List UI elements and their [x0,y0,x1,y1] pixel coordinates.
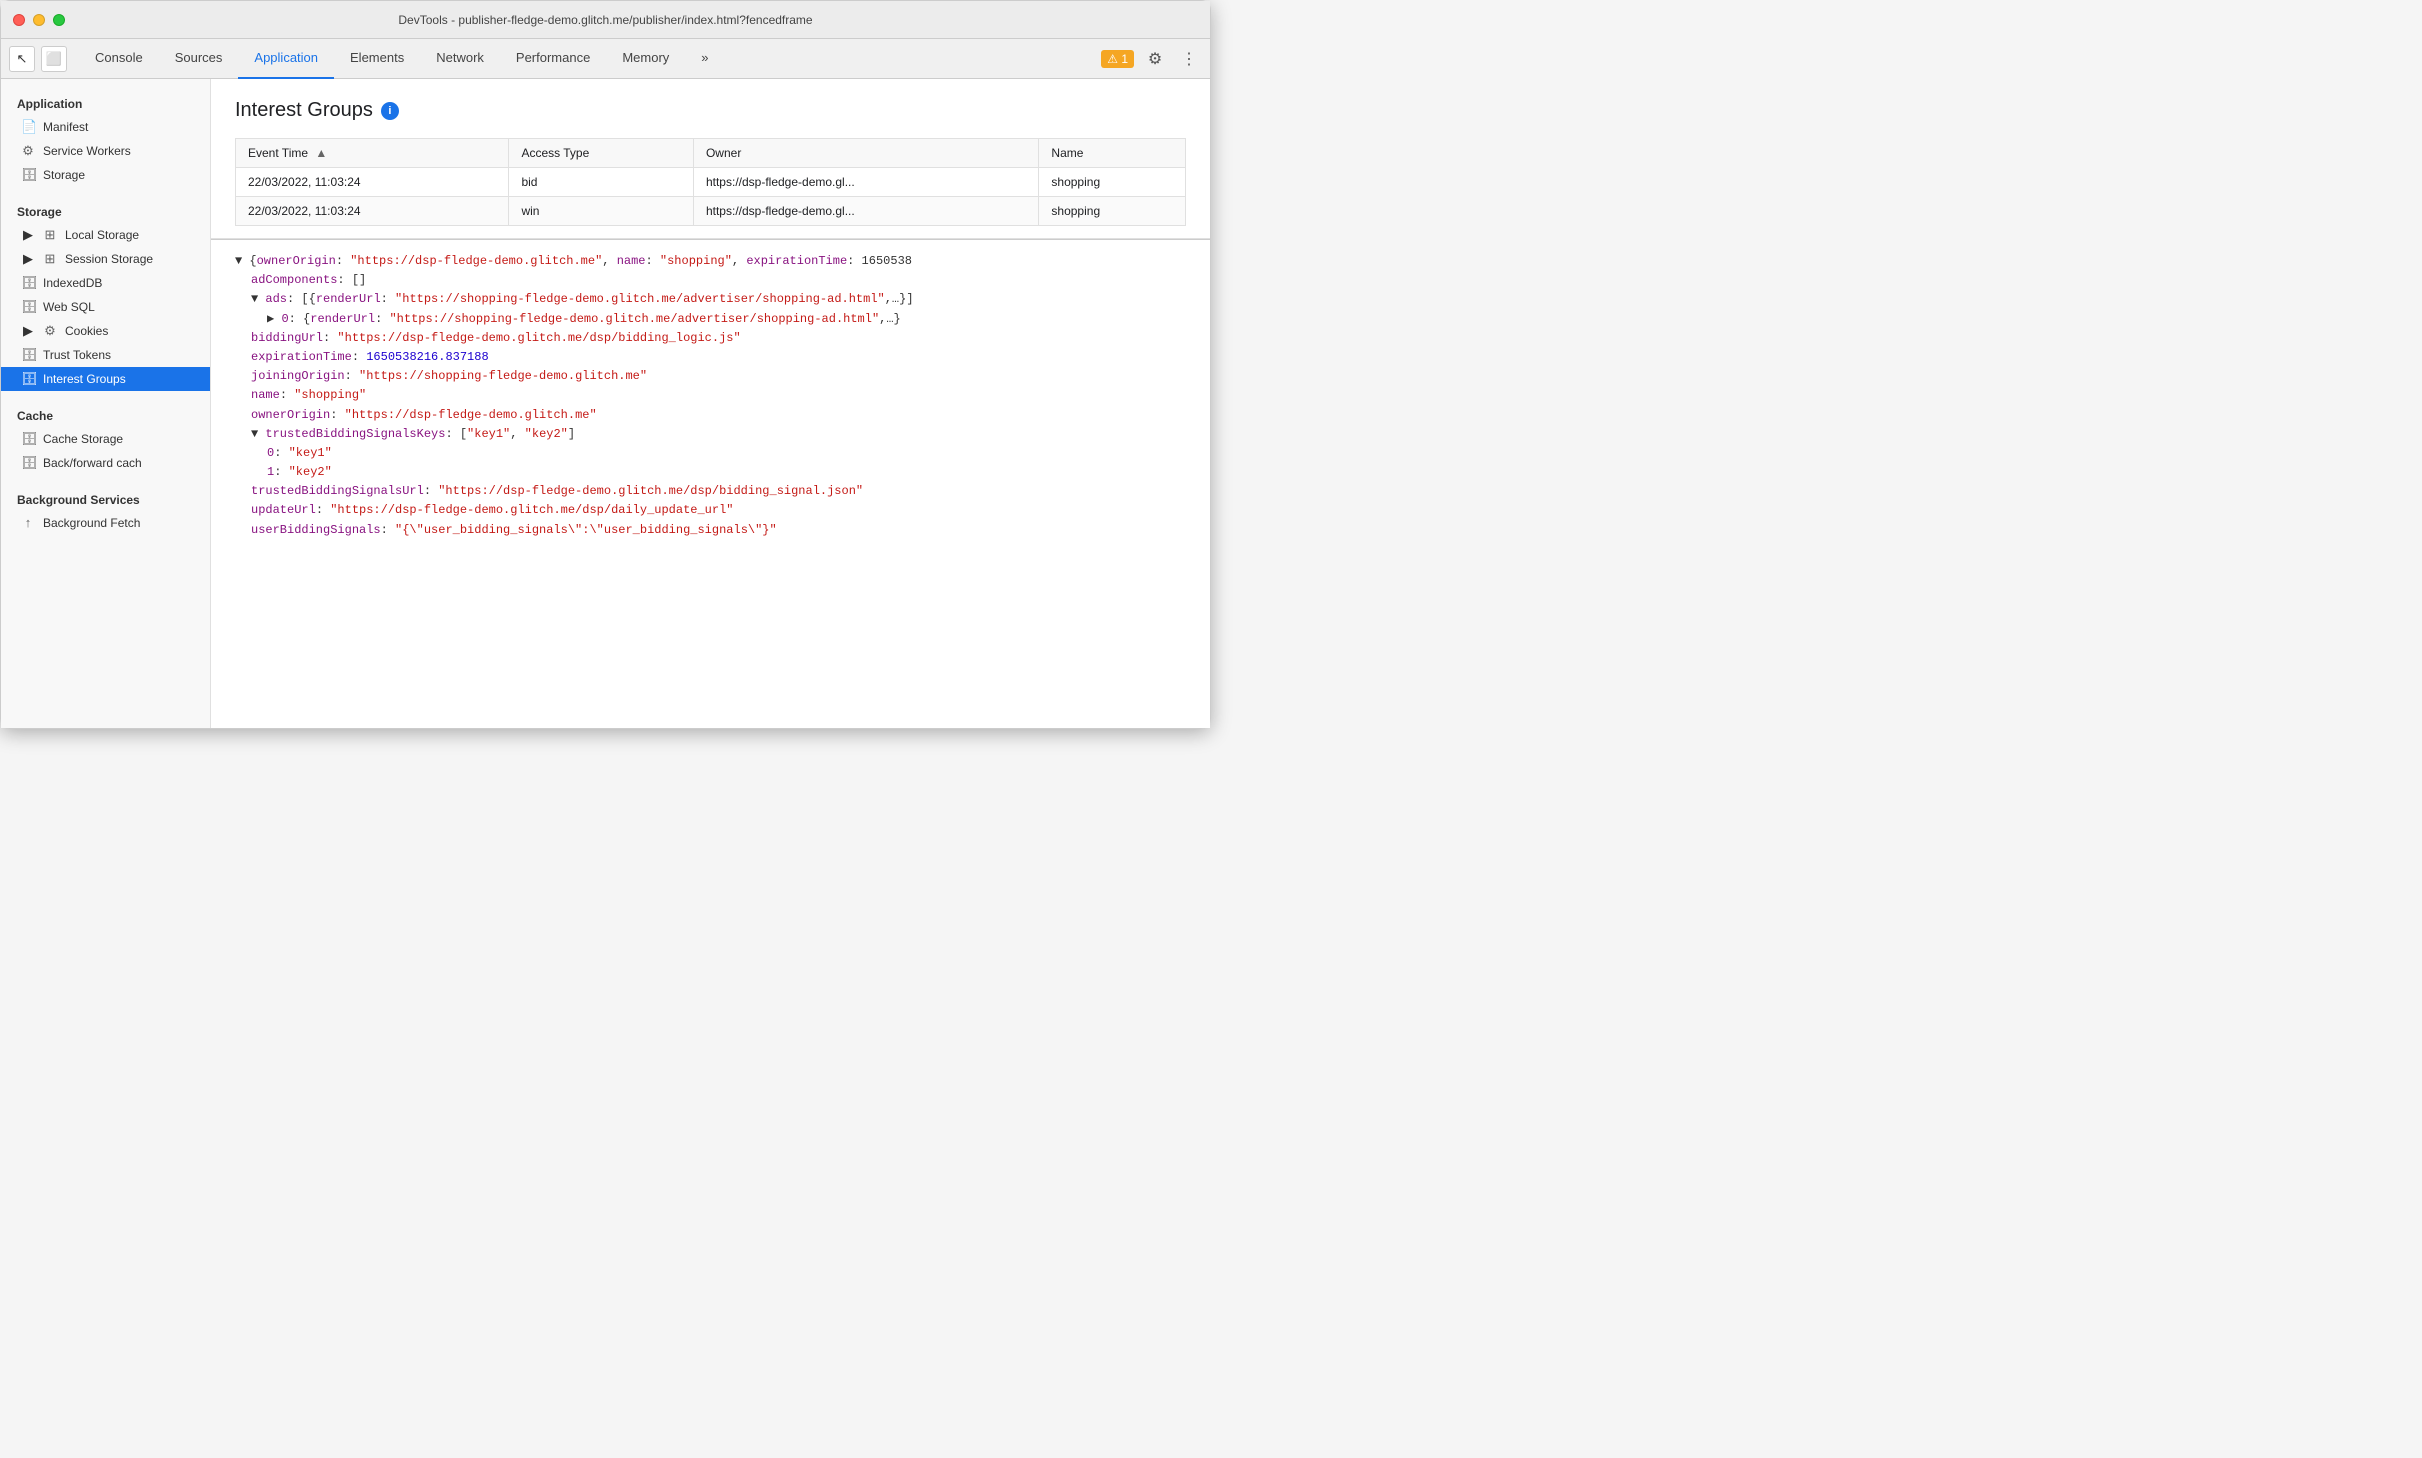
minimize-button[interactable] [33,14,45,26]
tab-more[interactable]: » [685,39,724,79]
tab-bar: ↖ ⬜ Console Sources Application Elements… [1,39,1210,79]
expand-icon[interactable]: ▶ [267,312,274,326]
detail-line: ▼ {ownerOrigin: "https://dsp-fledge-demo… [227,252,1210,271]
info-icon[interactable]: i [381,102,399,120]
detail-line: adComponents: [] [227,271,1210,290]
traffic-lights [13,14,65,26]
websql-icon: 🗄 [21,299,35,315]
sidebar-section-storage: Storage [1,195,210,223]
cookies-icon: ⚙ [43,323,57,339]
expand-icon[interactable]: ▼ [235,254,242,268]
detail-line: ▶ 0: {renderUrl: "https://shopping-fledg… [227,310,1210,329]
interest-groups-panel: Interest Groups i Event Time ▲ Access Ty… [211,79,1210,239]
tab-memory[interactable]: Memory [606,39,685,79]
expand-icon[interactable]: ▼ [251,427,258,441]
cookies-expand-icon: ▶ [21,323,35,339]
sidebar-item-cookies[interactable]: ▶ ⚙ Cookies [1,319,210,343]
tab-application[interactable]: Application [238,39,334,79]
expand-icon[interactable]: ▼ [251,292,258,306]
cursor-icon[interactable]: ↖ [9,46,35,72]
local-storage-icon: ⊞ [43,227,57,243]
sidebar-item-service-workers[interactable]: ⚙ Service Workers [1,139,210,163]
table-row[interactable]: 22/03/2022, 11:03:24 win https://dsp-fle… [236,197,1186,226]
tab-sources[interactable]: Sources [159,39,239,79]
sidebar-section-application: Application [1,87,210,115]
detail-line: ▼ ads: [{renderUrl: "https://shopping-fl… [227,290,1210,309]
title-bar: DevTools - publisher-fledge-demo.glitch.… [1,1,1210,39]
tab-bar-right: ⚠ 1 ⚙ ⋮ [1101,46,1202,72]
warning-badge[interactable]: ⚠ 1 [1101,50,1134,68]
tab-console[interactable]: Console [79,39,159,79]
inspect-icon[interactable]: ⬜ [41,46,67,72]
cell-name-2: shopping [1039,197,1186,226]
cell-owner-1: https://dsp-fledge-demo.gl... [693,168,1038,197]
tab-network[interactable]: Network [420,39,500,79]
sidebar-section-cache: Cache [1,399,210,427]
main-content: Application 📄 Manifest ⚙ Service Workers… [1,79,1210,728]
indexeddb-icon: 🗄 [21,275,35,291]
devtools-icons: ↖ ⬜ [9,46,67,72]
storage-icon: 🗄 [21,167,35,183]
sidebar-item-websql[interactable]: 🗄 Web SQL [1,295,210,319]
sidebar-item-bfcache[interactable]: 🗄 Back/forward cach [1,451,210,475]
cell-name-1: shopping [1039,168,1186,197]
sidebar: Application 📄 Manifest ⚙ Service Workers… [1,79,211,728]
col-name: Name [1039,139,1186,168]
interest-groups-table: Event Time ▲ Access Type Owner Name 22/0… [235,138,1186,226]
col-owner: Owner [693,139,1038,168]
tab-elements[interactable]: Elements [334,39,420,79]
tab-performance[interactable]: Performance [500,39,606,79]
service-workers-icon: ⚙ [21,143,35,159]
interest-groups-icon: 🗄 [21,371,35,387]
sidebar-item-storage[interactable]: 🗄 Storage [1,163,210,187]
session-storage-icon: ⊞ [43,251,57,267]
bfcache-icon: 🗄 [21,455,35,471]
detail-panel: ▼ {ownerOrigin: "https://dsp-fledge-demo… [211,239,1210,728]
detail-line: updateUrl: "https://dsp-fledge-demo.glit… [227,501,1210,520]
maximize-button[interactable] [53,14,65,26]
table-row[interactable]: 22/03/2022, 11:03:24 bid https://dsp-fle… [236,168,1186,197]
detail-line: ▼ trustedBiddingSignalsKeys: ["key1", "k… [227,425,1210,444]
detail-line: expirationTime: 1650538216.837188 [227,348,1210,367]
sidebar-item-session-storage[interactable]: ▶ ⊞ Session Storage [1,247,210,271]
trust-tokens-icon: 🗄 [21,347,35,363]
settings-icon[interactable]: ⚙ [1142,46,1168,72]
cell-access-type-1: bid [509,168,694,197]
close-button[interactable] [13,14,25,26]
sidebar-item-trust-tokens[interactable]: 🗄 Trust Tokens [1,343,210,367]
detail-line: joiningOrigin: "https://shopping-fledge-… [227,367,1210,386]
detail-line: 0: "key1" [227,444,1210,463]
sidebar-item-interest-groups[interactable]: 🗄 Interest Groups [1,367,210,391]
sidebar-item-manifest[interactable]: 📄 Manifest [1,115,210,139]
content-area: Interest Groups i Event Time ▲ Access Ty… [211,79,1210,728]
sidebar-item-background-fetch[interactable]: ↑ Background Fetch [1,511,210,534]
cell-event-time-1: 22/03/2022, 11:03:24 [236,168,509,197]
col-event-time[interactable]: Event Time ▲ [236,139,509,168]
detail-line: trustedBiddingSignalsUrl: "https://dsp-f… [227,482,1210,501]
detail-line: ownerOrigin: "https://dsp-fledge-demo.gl… [227,406,1210,425]
manifest-icon: 📄 [21,119,35,135]
sidebar-section-background: Background Services [1,483,210,511]
detail-line: name: "shopping" [227,386,1210,405]
sidebar-item-cache-storage[interactable]: 🗄 Cache Storage [1,427,210,451]
session-storage-expand-icon: ▶ [21,251,35,267]
background-fetch-icon: ↑ [21,515,35,530]
cache-storage-icon: 🗄 [21,431,35,447]
detail-line: biddingUrl: "https://dsp-fledge-demo.gli… [227,329,1210,348]
cell-event-time-2: 22/03/2022, 11:03:24 [236,197,509,226]
sidebar-item-indexeddb[interactable]: 🗄 IndexedDB [1,271,210,295]
col-access-type: Access Type [509,139,694,168]
local-storage-expand-icon: ▶ [21,227,35,243]
more-options-icon[interactable]: ⋮ [1176,46,1202,72]
cell-access-type-2: win [509,197,694,226]
detail-line: userBiddingSignals: "{\"user_bidding_sig… [227,521,1210,540]
sort-arrow: ▲ [315,146,327,160]
sidebar-item-local-storage[interactable]: ▶ ⊞ Local Storage [1,223,210,247]
cell-owner-2: https://dsp-fledge-demo.gl... [693,197,1038,226]
ig-title: Interest Groups [235,99,373,122]
detail-line: 1: "key2" [227,463,1210,482]
window-title: DevTools - publisher-fledge-demo.glitch.… [398,13,812,27]
ig-title-row: Interest Groups i [235,99,1186,122]
